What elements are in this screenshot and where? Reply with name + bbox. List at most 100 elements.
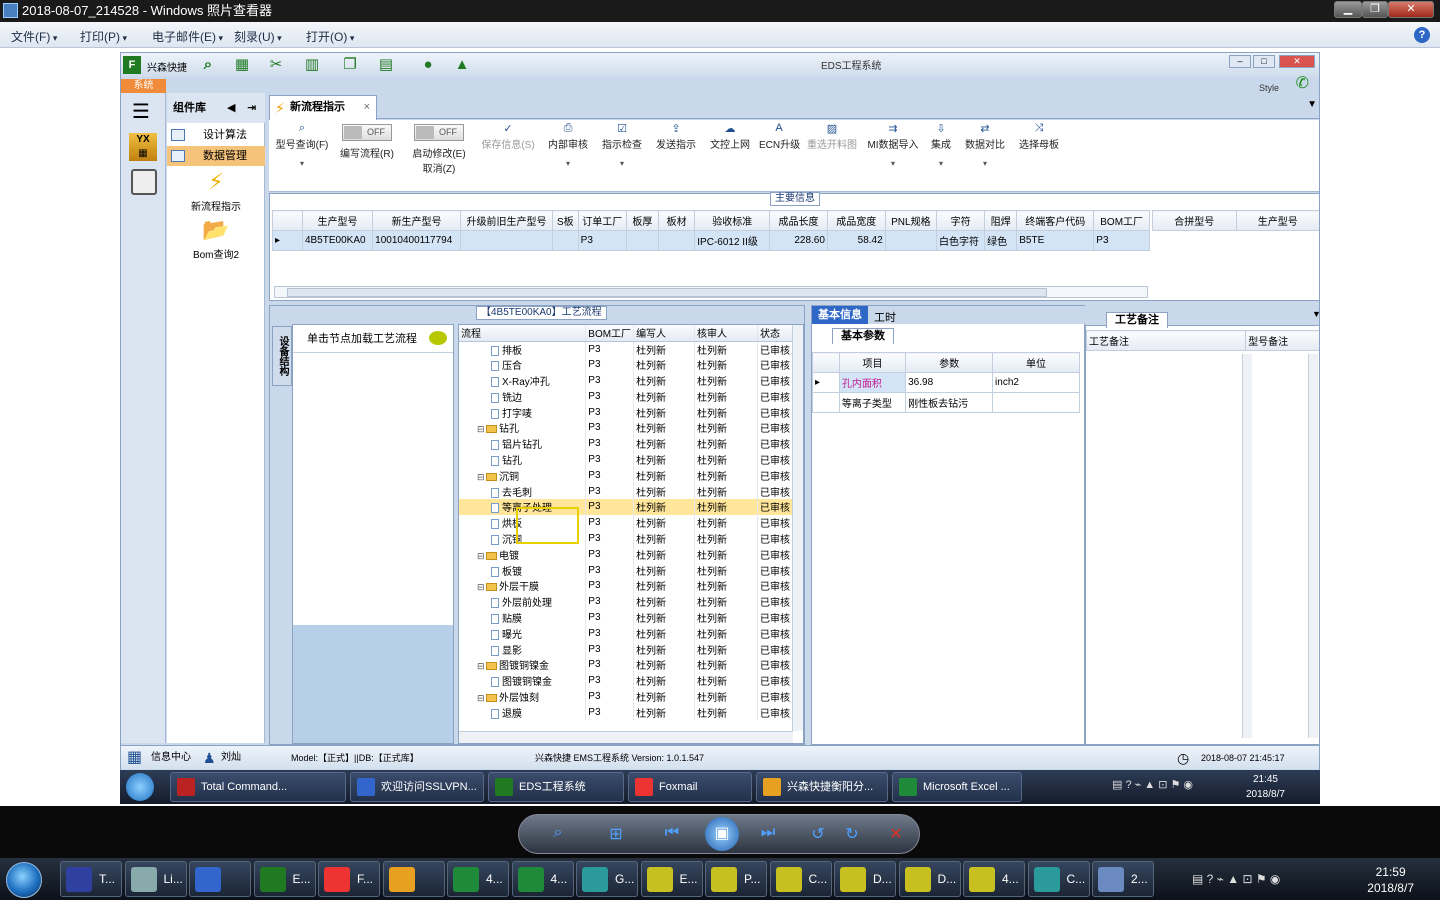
tree-node[interactable]: 钻孔 — [459, 451, 587, 468]
start-orb-inner[interactable] — [126, 773, 154, 801]
basic-params-tab[interactable]: 基本参数 — [832, 328, 894, 344]
tree-node[interactable]: 曝光 — [459, 625, 587, 642]
tree-cell-writer[interactable]: 杜列新 — [633, 672, 696, 689]
tree-cell-bom[interactable]: P3 — [585, 467, 635, 484]
tree-cell-writer[interactable]: 杜列新 — [633, 704, 696, 721]
tree-cell-status[interactable]: 已审核 — [757, 656, 794, 673]
tree-cell-status[interactable]: 已审核 — [757, 388, 794, 405]
tree-cell-status[interactable]: 已审核 — [757, 625, 794, 642]
tab-new-flow[interactable]: ⚡ 新流程指示 × — [269, 95, 377, 120]
main-col-12[interactable]: 阻焊 — [984, 210, 1018, 231]
new-flow-item[interactable]: ⚡ 新流程指示 — [167, 169, 265, 213]
toolbar-button-6[interactable]: ⇪ 发送指示 — [653, 122, 699, 151]
tree-cell-checker[interactable]: 杜列新 — [694, 388, 758, 405]
outer-task-12[interactable]: D... — [834, 861, 896, 897]
tree-cell-status[interactable]: 已审核 — [757, 498, 794, 515]
tree-cell-status[interactable]: 已审核 — [757, 688, 794, 705]
horizontal-scrollbar[interactable] — [274, 286, 1148, 298]
chevron-down-icon[interactable]: ▾ — [275, 159, 329, 168]
tree-cell-checker[interactable]: 杜列新 — [694, 704, 758, 721]
outer-task-5[interactable] — [382, 861, 445, 897]
film-icon[interactable]: ▥ — [303, 56, 321, 74]
main-col-2[interactable]: 升级前旧生产型号 — [460, 210, 553, 231]
scissors-icon[interactable]: ✂ — [267, 56, 285, 74]
menu-email[interactable]: 电子邮件(E) — [152, 28, 223, 45]
tree-row[interactable]: 曝光 P3 杜列新 杜列新 已审核 — [459, 625, 794, 642]
param-row[interactable]: ▸ 孔内面积 36.98 inch2 — [812, 372, 1080, 393]
toolbar-button-9[interactable]: ▨ 重选开料图 — [805, 122, 859, 151]
tree-cell-status[interactable]: 已审核 — [757, 704, 794, 721]
main-cell-10[interactable] — [884, 230, 938, 251]
tree-cell-writer[interactable]: 杜列新 — [633, 530, 696, 547]
collapse-toggle-icon[interactable]: ⊟ — [477, 693, 486, 704]
tree-node[interactable]: 排板 — [459, 341, 587, 357]
tree-cell-bom[interactable]: P3 — [585, 451, 635, 468]
component-data-mgmt[interactable]: 数据管理 — [167, 146, 265, 166]
tree-cell-bom[interactable]: P3 — [585, 641, 635, 657]
toggle-switch[interactable]: OFF — [414, 124, 464, 141]
tree-node[interactable]: 图镀铜镍金 — [459, 672, 587, 689]
outer-task-13[interactable]: D... — [898, 861, 961, 897]
tree-cell-bom[interactable]: P3 — [585, 609, 635, 626]
tree-row[interactable]: 钻孔 P3 杜列新 杜列新 已审核 — [459, 451, 794, 468]
collapse-toggle-icon[interactable]: ⊟ — [477, 661, 486, 672]
tree-cell-writer[interactable]: 杜列新 — [633, 419, 696, 436]
menu-file[interactable]: 文件(F) — [11, 28, 57, 45]
tree-row[interactable]: 外层前处理 P3 杜列新 杜列新 已审核 — [459, 593, 794, 610]
collapse-toggle-icon[interactable]: ⊟ — [477, 424, 486, 435]
tree-cell-writer[interactable]: 杜列新 — [633, 467, 696, 484]
tree-cell-bom[interactable]: P3 — [585, 704, 635, 721]
tree-cell-status[interactable]: 已审核 — [757, 483, 794, 499]
tree-cell-checker[interactable]: 杜列新 — [694, 341, 758, 357]
outer-task-7[interactable]: 4... — [511, 861, 574, 897]
tree-node[interactable]: X-Ray冲孔 — [459, 372, 587, 389]
bom-query-item[interactable]: 📂 Bom查询2 — [167, 217, 265, 261]
main-col-3[interactable]: S板 — [552, 210, 579, 231]
param-cell-0[interactable]: 等离子类型 — [838, 392, 907, 413]
row-indicator[interactable]: ▸ — [812, 372, 840, 393]
tree-row[interactable]: 显影 P3 杜列新 杜列新 已审核 — [459, 641, 794, 657]
outer-clock[interactable]: 21:59 2018/8/7 — [1367, 864, 1414, 896]
tree-row[interactable]: 排板 P3 杜列新 杜列新 已审核 — [459, 341, 794, 357]
tree-cell-bom[interactable]: P3 — [585, 546, 635, 563]
tree-row[interactable]: ⊟ 外层蚀刻 P3 杜列新 杜列新 已审核 — [459, 688, 794, 705]
tab-basic-info[interactable]: 基本信息 — [812, 306, 868, 324]
main-cell-7[interactable]: IPC-6012 II级 — [694, 230, 771, 251]
tree-cell-checker[interactable]: 杜列新 — [694, 419, 758, 436]
tree-cell-bom[interactable]: P3 — [585, 404, 635, 420]
tree-cell-writer[interactable]: 杜列新 — [633, 656, 696, 673]
tree-horizontal-scrollbar[interactable] — [459, 731, 793, 743]
tree-cell-status[interactable]: 已审核 — [757, 672, 794, 689]
rotate-right-icon[interactable]: ↻ — [839, 824, 865, 844]
tree-cell-checker[interactable]: 杜列新 — [694, 562, 758, 578]
grid-icon[interactable]: ▤ — [377, 56, 395, 74]
main-col-9[interactable]: 成品宽度 — [826, 210, 886, 231]
main-cell-0[interactable]: 4B5TE00KA0 — [301, 230, 374, 251]
chevron-down-icon[interactable]: ▾ — [599, 159, 645, 168]
tree-cell-checker[interactable]: 杜列新 — [694, 356, 758, 373]
next-icon[interactable]: ⏭ — [755, 824, 781, 842]
tree-node[interactable]: 去毛刺 — [459, 483, 587, 499]
outer-task-10[interactable]: P... — [705, 861, 767, 897]
tree-cell-status[interactable]: 已审核 — [757, 341, 794, 357]
outer-tray-icons[interactable]: ▤ ? ⌁ ▲ ⊡ ⚑ ◉ — [1192, 872, 1280, 886]
tree-cell-writer[interactable]: 杜列新 — [633, 451, 696, 468]
rotate-left-icon[interactable]: ↺ — [805, 824, 831, 844]
tree-row[interactable]: 等离子处理 P3 杜列新 杜列新 已审核 — [459, 498, 794, 515]
tree-cell-writer[interactable]: 杜列新 — [633, 641, 696, 657]
main-col-1[interactable]: 新生产型号 — [372, 210, 461, 231]
tree-cell-status[interactable]: 已审核 — [757, 404, 794, 420]
menu-burn[interactable]: 刻录(U) — [234, 28, 282, 45]
outer-task-8[interactable]: G... — [576, 861, 638, 897]
tree-cell-bom[interactable]: P3 — [585, 625, 635, 642]
toolbar-button-10[interactable]: ⇉ MI数据导入 ▾ — [865, 122, 921, 168]
col-writer[interactable]: 编写人 — [633, 325, 696, 342]
outer-task-11[interactable]: C... — [769, 861, 832, 897]
tree-cell-status[interactable]: 已审核 — [757, 451, 794, 468]
tree-node[interactable]: ⊟ 图镀铜镍金 — [459, 656, 587, 673]
start-button[interactable] — [6, 862, 42, 898]
tree-cell-checker[interactable]: 杜列新 — [694, 372, 758, 389]
tree-node[interactable]: 显影 — [459, 641, 587, 657]
main-cell-2[interactable] — [460, 230, 553, 251]
menu-open[interactable]: 打开(O) — [306, 28, 354, 45]
